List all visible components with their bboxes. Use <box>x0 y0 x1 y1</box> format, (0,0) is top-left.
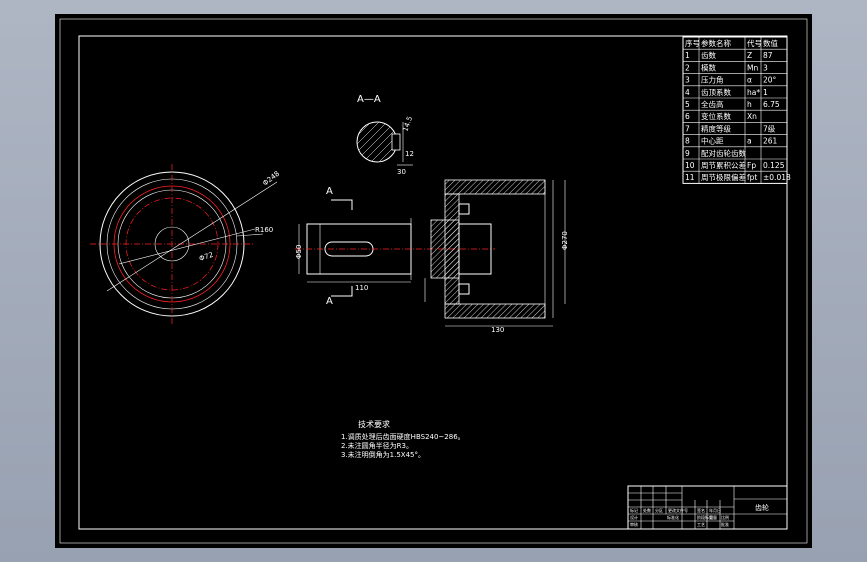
param-cell: Fp <box>747 161 756 170</box>
param-cell: 模数 <box>701 62 716 72</box>
param-cell: fpt <box>747 173 757 182</box>
param-cell: ±0.018 <box>763 173 791 182</box>
title-block-label-scale: 比例 <box>721 514 729 520</box>
title-block-label-sign: 签名 <box>697 507 705 513</box>
cut-label-top: A <box>326 186 333 197</box>
cad-drawing-canvas: Φ248 R160 Φ72 A—A 14.5 12 30 A A 110 Φ50… <box>59 18 808 544</box>
front-view-dim-3: Φ72 <box>198 251 214 263</box>
title-block-label-design: 设计 <box>630 514 638 520</box>
param-cell: 周节极限偏差 <box>701 172 746 182</box>
param-cell: 20° <box>763 76 777 85</box>
param-cell: 精度等级 <box>701 123 731 133</box>
param-cell: 齿顶系数 <box>701 87 731 97</box>
cad-viewport[interactable]: Φ248 R160 Φ72 A—A 14.5 12 30 A A 110 Φ50… <box>55 14 812 548</box>
param-cell: 3 <box>685 76 690 85</box>
section-dim-3: 30 <box>397 168 406 176</box>
param-cell: 配对齿轮齿数 <box>701 148 746 158</box>
front-view-dim-1: Φ248 <box>261 170 281 188</box>
tech-req-item-3: 3.未注明倒角为1.5X45°。 <box>341 450 425 459</box>
shaft-dim-diameter: Φ50 <box>295 245 303 259</box>
technical-requirements: 技术要求 1.调质处理后齿面硬度HBS240~286。 2.未注圆角半径为R3。… <box>341 419 465 459</box>
param-cell: 10 <box>685 161 695 170</box>
param-cell: a <box>747 137 752 146</box>
section-dim-2: 12 <box>405 150 414 158</box>
shaft-dim-length: 110 <box>355 284 368 292</box>
gear-cross-section <box>424 179 566 327</box>
section-dim-height: Φ270 <box>561 231 569 250</box>
tech-req-title: 技术要求 <box>358 419 390 429</box>
param-header-cell: 参数名称 <box>701 38 731 48</box>
param-cell: 11 <box>685 173 695 182</box>
front-view-gear <box>90 164 278 326</box>
param-cell: Xn <box>747 112 757 121</box>
param-cell: 6 <box>685 112 690 121</box>
param-cell: 1 <box>763 88 768 97</box>
param-cell: 5 <box>685 100 690 109</box>
param-cell: 87 <box>763 51 773 60</box>
title-block-label-weight: 重量 <box>709 514 717 520</box>
title-block-label-process: 工艺 <box>697 522 705 527</box>
param-cell: 1 <box>685 51 690 60</box>
tech-req-item-1: 1.调质处理后齿面硬度HBS240~286。 <box>341 432 465 441</box>
front-view-dim-2: R160 <box>255 226 273 234</box>
title-block-label-approve: 批准 <box>721 521 729 527</box>
title-block-label-marks: 标记 <box>630 507 638 513</box>
param-cell: 8 <box>685 137 690 146</box>
param-header-cell: 代号 <box>747 38 762 48</box>
param-cell: ha* <box>747 88 760 97</box>
param-cell: 压力角 <box>701 75 724 85</box>
param-cell: 周节累积公差 <box>701 160 746 170</box>
title-block-label-review: 审核 <box>630 521 638 527</box>
title-block-label-zone: 分区 <box>655 507 663 513</box>
tech-req-item-2: 2.未注圆角半径为R3。 <box>341 441 413 450</box>
param-cell: 0.125 <box>763 161 785 170</box>
param-cell: α <box>747 76 752 85</box>
param-header-cell: 序号 <box>685 38 700 48</box>
title-block-part-name: 齿轮 <box>755 503 769 512</box>
title-block-label-doc: 更改文件号 <box>668 507 688 513</box>
param-cell: 7级 <box>763 123 776 133</box>
param-cell: h <box>747 100 752 109</box>
param-cell: 9 <box>685 149 690 158</box>
section-dim-1: 14.5 <box>401 115 414 132</box>
section-label: A—A <box>357 94 381 105</box>
param-cell: 7 <box>685 124 690 133</box>
param-cell: 3 <box>763 63 768 72</box>
title-block-label-count: 处数 <box>643 507 651 513</box>
param-cell: 全齿高 <box>701 99 724 109</box>
param-cell: Mn <box>747 63 758 72</box>
param-cell: 变位系数 <box>701 111 731 121</box>
paper-border <box>59 18 808 544</box>
drawing-frame <box>78 35 788 530</box>
param-cell: Z <box>747 51 752 60</box>
param-cell: 2 <box>685 63 690 72</box>
gear-parameter-table: 序号 参数名称 代号 数值1 齿数 Z 872 模数 Mn 33 压力角 α 20°4 齿顶系数 ha* 15… <box>682 36 791 184</box>
param-cell: 261 <box>763 137 778 146</box>
title-block: 齿轮 标记 处数 分区 更改文件号 签名 年月日 设计 审核 工艺 标准化 批准… <box>627 485 788 530</box>
cut-label-bottom: A <box>326 296 333 307</box>
section-dim-width: 130 <box>491 326 504 334</box>
param-cell: 4 <box>685 88 690 97</box>
param-header-cell: 数值 <box>763 38 778 48</box>
title-block-label-standard: 标准化 <box>667 514 679 520</box>
title-block-label-date: 年月日 <box>709 507 721 513</box>
shaft-side-view <box>295 218 495 283</box>
param-cell: 6.75 <box>763 100 780 109</box>
param-cell: 中心距 <box>701 136 724 146</box>
param-cell: 齿数 <box>701 50 716 60</box>
